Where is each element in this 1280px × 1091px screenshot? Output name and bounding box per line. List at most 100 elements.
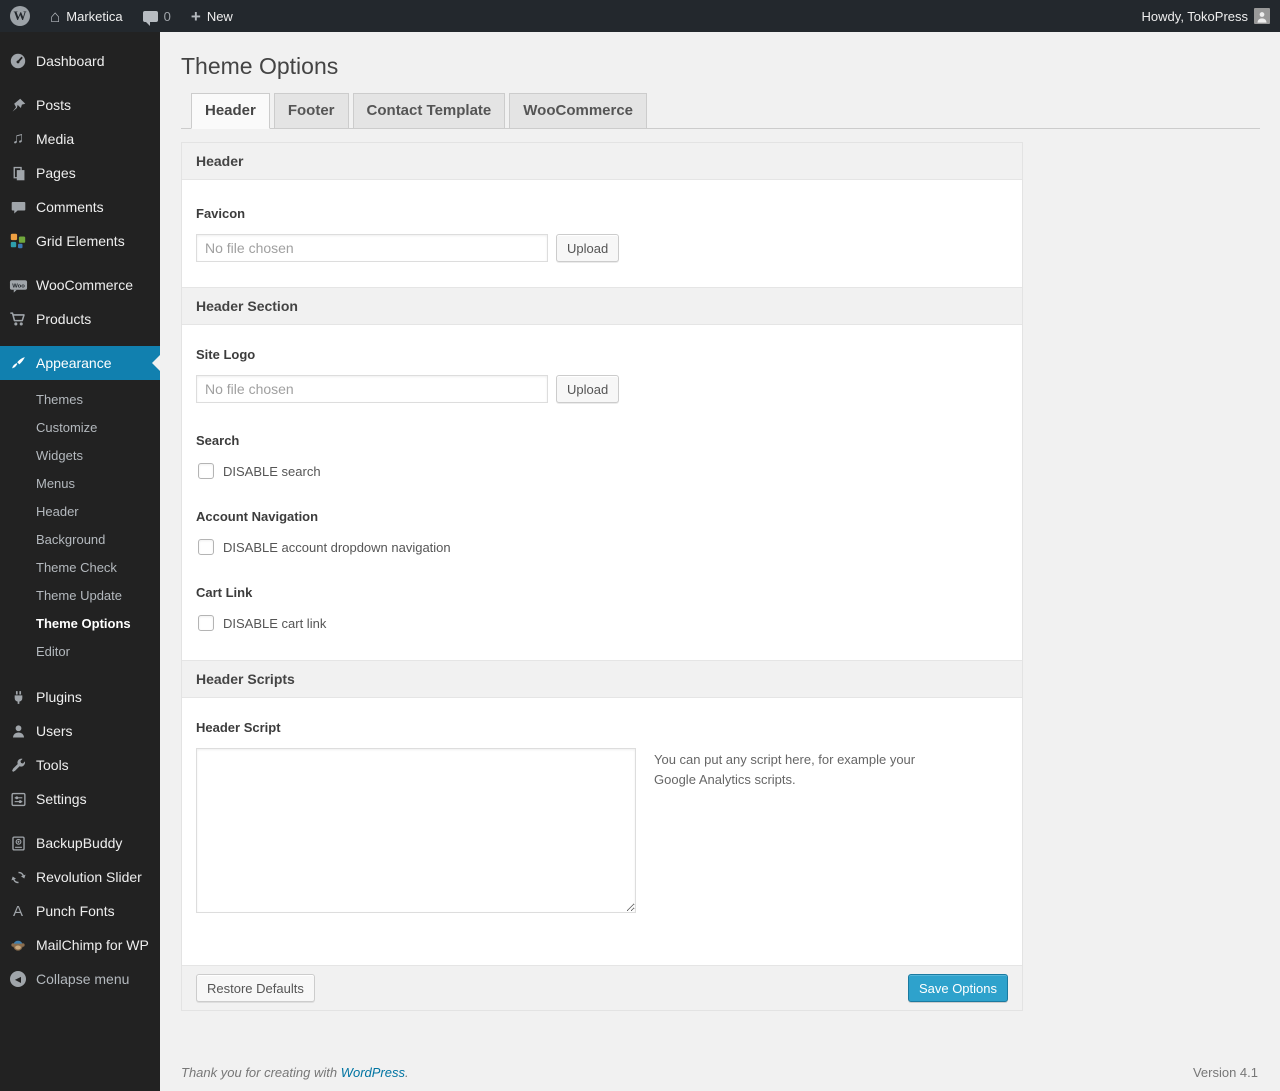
sidebar-item-label: Grid Elements bbox=[36, 233, 125, 249]
sidebar-item-label: Tools bbox=[36, 757, 69, 773]
site-logo-file-input[interactable] bbox=[196, 375, 548, 403]
wordpress-link[interactable]: WordPress bbox=[341, 1065, 405, 1080]
submenu-item-theme-update[interactable]: Theme Update bbox=[0, 582, 160, 610]
sidebar-item-pages[interactable]: Pages bbox=[0, 156, 160, 190]
grid-elements-icon bbox=[8, 231, 28, 251]
sidebar-item-label: Posts bbox=[36, 97, 72, 113]
sidebar-item-woocommerce[interactable]: Woo WooCommerce bbox=[0, 268, 160, 302]
sidebar-item-label: Media bbox=[36, 131, 75, 147]
sidebar-item-label: Comments bbox=[36, 199, 104, 215]
sidebar-item-backupbuddy[interactable]: BackupBuddy bbox=[0, 826, 160, 860]
brush-icon bbox=[8, 353, 28, 373]
theme-options-panel: Header Favicon Upload Header Section Sit… bbox=[181, 142, 1023, 1011]
sidebar-item-label: Users bbox=[36, 723, 73, 739]
sidebar-item-collapse-menu[interactable]: ◀ Collapse menu bbox=[0, 962, 160, 996]
my-account-menu[interactable]: Howdy, TokoPress bbox=[1132, 0, 1280, 32]
sidebar-item-label: Pages bbox=[36, 165, 76, 181]
submenu-item-editor[interactable]: Editor bbox=[0, 638, 160, 666]
tab-woocommerce[interactable]: WooCommerce bbox=[509, 93, 648, 129]
sidebar-item-revolution-slider[interactable]: Revolution Slider bbox=[0, 860, 160, 894]
sidebar-item-label: Revolution Slider bbox=[36, 869, 142, 885]
disable-search-checkbox[interactable] bbox=[198, 463, 214, 479]
cart-icon bbox=[8, 309, 28, 329]
footer-thanks: Thank you for creating with WordPress. bbox=[181, 1065, 409, 1080]
comments-icon bbox=[8, 197, 28, 217]
sidebar-item-plugins[interactable]: Plugins bbox=[0, 680, 160, 714]
tab-contact-template[interactable]: Contact Template bbox=[352, 93, 506, 129]
refresh-icon bbox=[8, 867, 28, 887]
howdy-label: Howdy, TokoPress bbox=[1141, 8, 1248, 24]
submenu-item-header[interactable]: Header bbox=[0, 498, 160, 526]
admin-bar-left: W ⌂ Marketica 0 + New bbox=[0, 0, 243, 32]
sidebar-item-label: Appearance bbox=[36, 355, 112, 371]
restore-defaults-button[interactable]: Restore Defaults bbox=[196, 974, 315, 1002]
submenu-item-theme-options[interactable]: Theme Options bbox=[0, 610, 160, 638]
sidebar-item-grid-elements[interactable]: Grid Elements bbox=[0, 224, 160, 258]
sidebar-item-label: Products bbox=[36, 311, 92, 327]
wordpress-logo-icon: W bbox=[10, 6, 30, 26]
favicon-file-input[interactable] bbox=[196, 234, 548, 262]
main-content: Theme Options Header Footer Contact Temp… bbox=[160, 32, 1280, 1091]
sidebar-item-users[interactable]: Users bbox=[0, 714, 160, 748]
sidebar-item-mailchimp[interactable]: MailChimp for WP bbox=[0, 928, 160, 962]
wp-logo-menu[interactable]: W bbox=[0, 0, 40, 32]
submenu-item-customize[interactable]: Customize bbox=[0, 414, 160, 442]
submenu-item-widgets[interactable]: Widgets bbox=[0, 442, 160, 470]
comment-bubble-icon bbox=[142, 10, 158, 26]
favicon-label: Favicon bbox=[196, 206, 246, 221]
disable-cart-link-label: DISABLE cart link bbox=[223, 615, 327, 631]
font-letter-icon: A bbox=[12, 902, 23, 920]
site-logo-label: Site Logo bbox=[196, 347, 256, 362]
disable-account-nav-checkbox[interactable] bbox=[198, 539, 214, 555]
favicon-upload-button[interactable]: Upload bbox=[556, 234, 620, 262]
footer-thanks-text: Thank you for creating with bbox=[181, 1065, 338, 1080]
sidebar-item-comments[interactable]: Comments bbox=[0, 190, 160, 224]
submenu-item-background[interactable]: Background bbox=[0, 526, 160, 554]
wrench-icon bbox=[8, 755, 28, 775]
menu-separator bbox=[0, 258, 160, 268]
new-label: New bbox=[206, 8, 233, 24]
dashboard-icon bbox=[8, 51, 28, 71]
admin-sidebar: Dashboard Posts ♫ Media Pages Comments G… bbox=[0, 32, 160, 1091]
site-name-menu[interactable]: ⌂ Marketica bbox=[40, 0, 133, 32]
disable-cart-link-checkbox[interactable] bbox=[198, 615, 214, 631]
footer-period: . bbox=[405, 1065, 409, 1080]
users-icon bbox=[8, 721, 28, 741]
site-logo-upload-button[interactable]: Upload bbox=[556, 375, 620, 403]
tab-header[interactable]: Header bbox=[191, 93, 270, 129]
sidebar-item-dashboard[interactable]: Dashboard bbox=[0, 44, 160, 78]
sidebar-item-tools[interactable]: Tools bbox=[0, 748, 160, 782]
sidebar-item-label: Settings bbox=[36, 791, 87, 807]
sidebar-item-appearance[interactable]: Appearance bbox=[0, 346, 160, 380]
admin-bar: W ⌂ Marketica 0 + New Howdy, TokoPress bbox=[0, 0, 1280, 32]
plug-icon bbox=[8, 687, 28, 707]
submenu-item-theme-check[interactable]: Theme Check bbox=[0, 554, 160, 582]
sidebar-item-posts[interactable]: Posts bbox=[0, 88, 160, 122]
section-header-section-body: Site Logo Upload Search DISABLE search A… bbox=[182, 325, 1022, 660]
sidebar-item-settings[interactable]: Settings bbox=[0, 782, 160, 816]
sidebar-item-media[interactable]: ♫ Media bbox=[0, 122, 160, 156]
sidebar-item-label: Dashboard bbox=[36, 53, 105, 69]
menu-separator bbox=[0, 78, 160, 88]
save-options-button[interactable]: Save Options bbox=[907, 974, 1008, 1002]
disable-account-nav-row: DISABLE account dropdown navigation bbox=[196, 539, 1008, 555]
submenu-item-menus[interactable]: Menus bbox=[0, 470, 160, 498]
menu-separator bbox=[0, 336, 160, 346]
section-header-body: Favicon Upload bbox=[182, 180, 1022, 287]
home-icon: ⌂ bbox=[50, 6, 61, 26]
sidebar-item-products[interactable]: Products bbox=[0, 302, 160, 336]
submenu-item-themes[interactable]: Themes bbox=[0, 386, 160, 414]
sidebar-item-label: Plugins bbox=[36, 689, 82, 705]
tab-footer[interactable]: Footer bbox=[273, 93, 349, 129]
comments-menu[interactable]: 0 bbox=[133, 0, 181, 32]
new-content-menu[interactable]: + New bbox=[181, 0, 243, 32]
sidebar-item-punch-fonts[interactable]: A Punch Fonts bbox=[0, 894, 160, 928]
sidebar-item-label: WooCommerce bbox=[36, 277, 133, 293]
mailchimp-monkey-icon bbox=[8, 935, 28, 955]
site-name-label: Marketica bbox=[66, 8, 123, 24]
media-icon: ♫ bbox=[12, 130, 24, 147]
header-script-textarea[interactable] bbox=[196, 748, 636, 913]
tab-bar: Header Footer Contact Template WooCommer… bbox=[181, 93, 1260, 129]
panel-footer: Restore Defaults Save Options bbox=[182, 965, 1022, 1010]
header-script-help-text: You can put any script here, for example… bbox=[654, 752, 916, 788]
